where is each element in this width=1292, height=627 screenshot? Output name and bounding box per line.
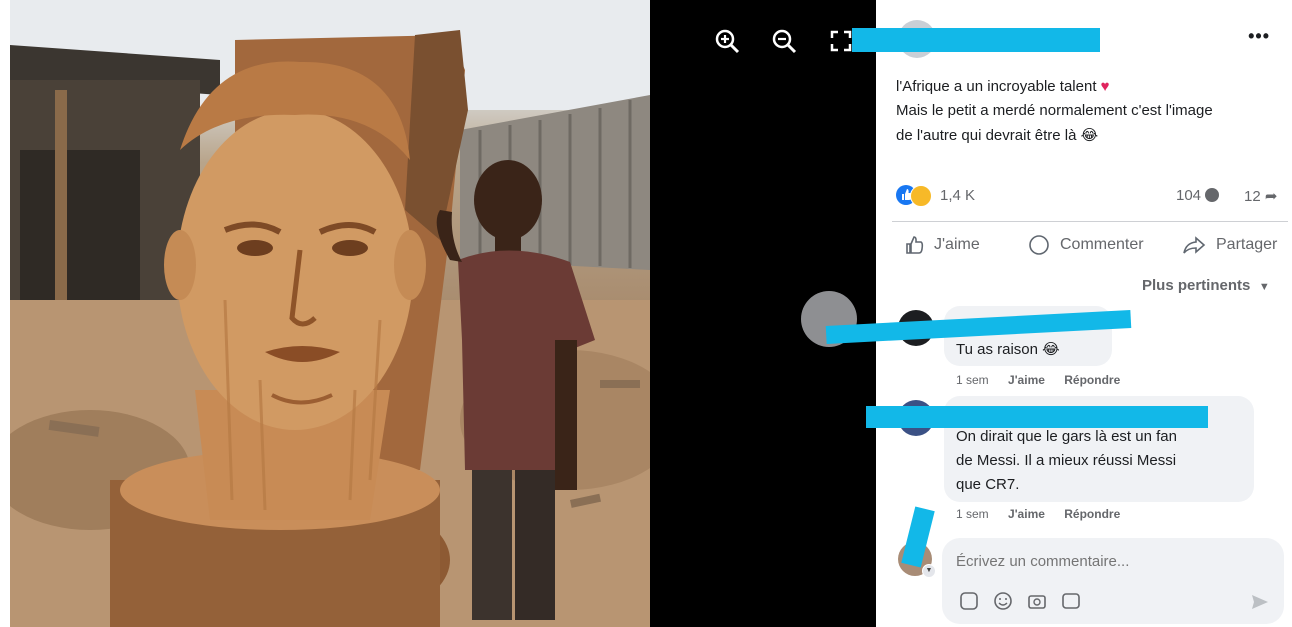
emoji-icon[interactable] [992,590,1014,617]
zoom-out-icon[interactable] [771,28,797,54]
comment-count[interactable]: 104 [1176,187,1220,204]
comment-like-link[interactable]: J'aime [1008,507,1045,521]
comment-composer[interactable] [942,538,1284,624]
comment-sort-dropdown[interactable]: Plus pertinents ▼ [1142,277,1270,295]
comment-like-link[interactable]: J'aime [1008,373,1045,387]
lightbox-backdrop [650,0,876,627]
comment-text: Tu as raison 😂 [956,341,1060,358]
send-icon[interactable] [1250,592,1270,617]
chevron-down-icon: ▼ [1258,281,1270,293]
heart-emoji-icon: ♥ [1100,78,1110,95]
comment-meta: 1 sem J'aime Répondre [956,507,1120,521]
redaction-bar [852,28,1100,52]
comment-time: 1 sem [956,373,989,387]
comment-text-line1: On dirait que le gars là est un fan [956,428,1177,445]
redaction-bar [866,406,1208,428]
laughing-emoji-icon: 😂 [1080,127,1099,144]
comment-bubble-icon [1205,188,1220,202]
sticker-icon[interactable] [958,590,980,617]
camera-icon[interactable] [1026,590,1048,617]
post-caption-line2: Mais le petit a merdé normalement c'est … [896,102,1213,119]
account-switch-icon[interactable]: ▼ [922,564,936,578]
comment-meta: 1 sem J'aime Répondre [956,373,1120,387]
comment-reply-link[interactable]: Répondre [1064,373,1120,387]
reaction-count: 1,4 K [940,187,976,204]
photo-illustration [10,0,650,627]
comment-text-line3: que CR7. [956,476,1020,493]
share-count[interactable]: 12 ➦ [1244,187,1277,205]
post-photo[interactable] [10,0,650,627]
divider [892,221,1288,222]
comment-icon [1028,234,1050,256]
share-arrow-icon: ➦ [1264,188,1278,205]
post-caption-line1: l'Afrique a un incroyable talent ♥ [896,78,1110,95]
gif-icon[interactable] [1060,590,1082,617]
fullscreen-icon[interactable] [830,30,852,52]
zoom-in-icon[interactable] [714,28,740,54]
haha-reaction-icon [910,185,932,207]
more-options-button[interactable]: ••• [1248,26,1270,47]
thumbs-up-icon [904,234,926,256]
post-caption-line3: de l'autre qui devrait être là 😂 [896,127,1099,144]
comment-text-line2: de Messi. Il a mieux réussi Messi [956,452,1177,469]
comment-input[interactable] [954,548,1258,574]
comment-time: 1 sem [956,507,989,521]
share-icon [1182,234,1206,256]
comment-reply-link[interactable]: Répondre [1064,507,1120,521]
